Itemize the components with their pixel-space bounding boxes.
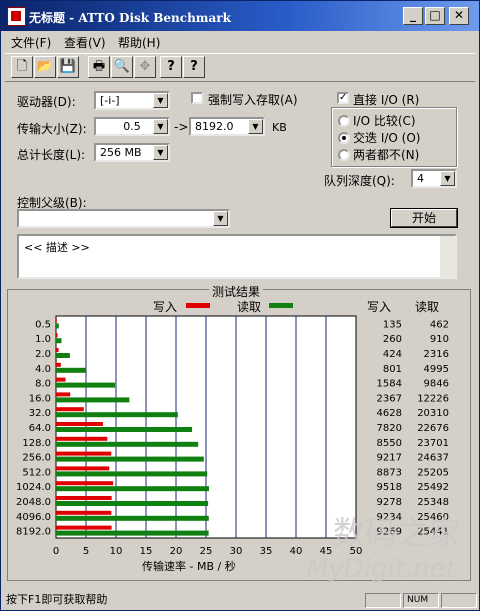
y-tick-label: 1024.0 [16, 482, 51, 493]
y-tick-label: 4096.0 [16, 512, 51, 523]
write-bar [56, 362, 61, 367]
write-bar [56, 510, 112, 515]
read-value: 22676 [417, 423, 449, 434]
write-value: 135 [383, 319, 402, 330]
x-tick-label: 20 [170, 546, 183, 557]
read-bar [56, 486, 209, 492]
write-bar [56, 496, 112, 500]
write-value: 9278 [377, 497, 402, 508]
status-num: NUM [403, 593, 439, 608]
status-scroll [441, 593, 477, 608]
write-value: 260 [383, 334, 402, 345]
read-value: 23701 [417, 438, 449, 449]
write-bar [56, 481, 114, 486]
y-tick-label: 4.0 [35, 364, 51, 375]
x-tick-label: 0 [53, 546, 59, 557]
read-bar [56, 367, 86, 373]
write-bar [56, 525, 112, 530]
y-tick-label: 16.0 [29, 393, 51, 404]
write-value: 9518 [377, 482, 402, 493]
write-value: 2367 [377, 393, 402, 404]
status-caps [365, 593, 401, 608]
read-value: 25348 [417, 497, 449, 508]
write-bar [56, 436, 108, 441]
x-tick-label: 15 [140, 546, 153, 557]
y-tick-label: 256.0 [22, 453, 51, 464]
x-tick-label: 10 [110, 546, 123, 557]
y-tick-label: 2048.0 [16, 497, 51, 508]
x-tick-label: 40 [290, 546, 303, 557]
read-bar [56, 353, 70, 358]
write-value: 8550 [377, 438, 402, 449]
read-bar [56, 515, 209, 521]
y-tick-label: 0.5 [35, 319, 51, 330]
write-value: 1584 [377, 379, 402, 390]
chart-x-axis-label: 传输速率 - MB / 秒 [142, 560, 236, 573]
x-tick-label: 5 [83, 546, 89, 557]
write-bar [56, 451, 112, 456]
read-value: 20310 [417, 408, 449, 419]
write-value: 801 [383, 364, 402, 375]
x-tick-label: 35 [260, 546, 273, 557]
read-value: 12226 [417, 393, 449, 404]
y-tick-label: 32.0 [29, 408, 51, 419]
write-bar [56, 377, 66, 382]
write-bar [56, 407, 84, 412]
read-bar [56, 412, 178, 418]
watermark-cn: 数码之家 [333, 514, 462, 552]
y-tick-label: 512.0 [22, 467, 51, 478]
read-bar [56, 501, 209, 506]
write-value: 8873 [377, 467, 402, 478]
read-value: 2316 [424, 349, 449, 360]
status-bar: 按下F1即可获取帮助 NUM [1, 590, 479, 610]
write-bar [56, 333, 58, 338]
write-bar [56, 348, 59, 352]
y-tick-label: 8192.0 [16, 527, 51, 538]
benchmark-chart: 0 5 10 15 20 25 30 35 40 45 500.5 135 4621.0 260 9102.… [16, 315, 449, 557]
read-value: 9846 [424, 379, 449, 390]
write-value: 9217 [377, 453, 402, 464]
watermark-en: MyDigit.net [306, 554, 456, 584]
read-bar [56, 397, 130, 403]
y-tick-label: 2.0 [35, 349, 51, 360]
x-tick-label: 30 [230, 546, 243, 557]
read-bar [56, 338, 62, 344]
write-value: 4628 [377, 408, 402, 419]
read-value: 25205 [417, 467, 449, 478]
read-bar [56, 427, 193, 432]
write-bar [56, 422, 103, 426]
status-help-text: 按下F1即可获取帮助 [6, 593, 108, 606]
y-tick-label: 64.0 [29, 423, 51, 434]
write-value: 424 [383, 349, 402, 360]
read-bar [56, 382, 116, 388]
main-window: 无标题 - ATTO Disk Benchmark _ □ ✕ 文件(F) 查看… [0, 0, 480, 611]
write-bar [56, 466, 110, 471]
x-tick-label: 25 [200, 546, 213, 557]
read-bar [56, 471, 208, 477]
read-bar [56, 456, 204, 462]
read-value: 4995 [424, 364, 449, 375]
write-bar [56, 392, 71, 397]
y-tick-label: 8.0 [35, 379, 51, 390]
read-value: 25492 [417, 482, 449, 493]
y-tick-label: 1.0 [35, 334, 51, 345]
read-value: 24637 [417, 453, 449, 464]
read-bar [56, 530, 209, 536]
write-bar [56, 318, 57, 323]
read-bar [56, 323, 59, 329]
read-bar [56, 441, 199, 447]
y-tick-label: 128.0 [22, 438, 51, 449]
read-value: 910 [430, 334, 449, 345]
write-value: 7820 [377, 423, 402, 434]
read-value: 462 [430, 319, 449, 330]
